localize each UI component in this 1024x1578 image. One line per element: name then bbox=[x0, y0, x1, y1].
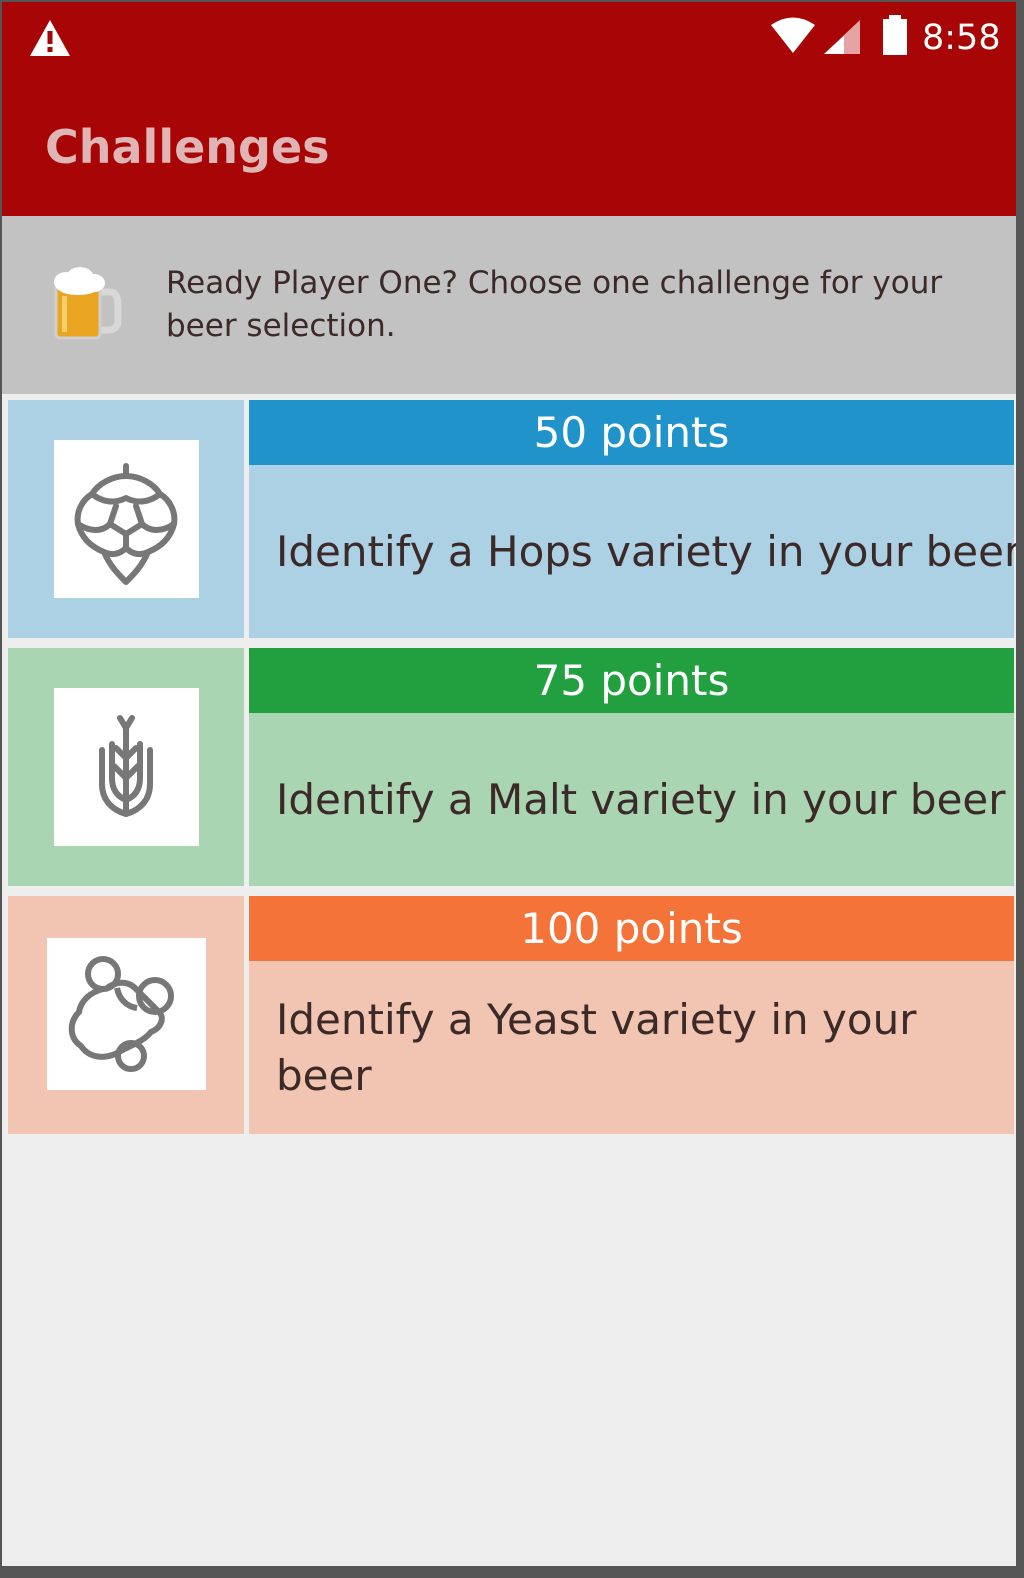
icon-panel bbox=[8, 896, 244, 1134]
challenge-card-malt[interactable]: 75 points Identify a Malt variety in you… bbox=[8, 648, 1014, 886]
description-panel: Identify a Malt variety in your beer bbox=[249, 713, 1014, 886]
screen: 8:58 Challenges Ready Player One? Choose… bbox=[2, 2, 1016, 1566]
icon-panel bbox=[8, 400, 244, 638]
clock: 8:58 bbox=[922, 18, 1001, 58]
icon-tile bbox=[54, 688, 199, 846]
points-header: 100 points bbox=[249, 896, 1014, 961]
status-bar: 8:58 bbox=[2, 2, 1016, 80]
battery-icon bbox=[883, 15, 907, 55]
challenge-description: Identify a Hops variety in your beer bbox=[276, 526, 1016, 576]
wifi-icon bbox=[771, 17, 815, 53]
icon-panel bbox=[8, 648, 244, 886]
cell-signal-icon bbox=[824, 20, 860, 54]
hops-icon bbox=[74, 463, 178, 585]
description-panel: Identify a Hops variety in your beer bbox=[249, 465, 1016, 638]
challenge-card-hops[interactable]: 50 points Identify a Hops variety in you… bbox=[8, 400, 1016, 638]
beer-mug-icon bbox=[54, 267, 122, 340]
icon-tile bbox=[54, 440, 199, 598]
challenge-description: Identify a Yeast variety in your beer bbox=[276, 994, 917, 1100]
intro-banner: Ready Player One? Choose one challenge f… bbox=[2, 216, 1016, 394]
app-toolbar: Challenges bbox=[2, 80, 1016, 216]
points-header: 50 points bbox=[249, 400, 1014, 465]
challenge-card-yeast[interactable]: 100 points Identify a Yeast variety in y… bbox=[8, 896, 1014, 1134]
yeast-icon bbox=[68, 956, 174, 1072]
wheat-icon bbox=[99, 715, 153, 817]
warning-icon bbox=[30, 20, 70, 56]
page-title: Challenges bbox=[45, 120, 330, 174]
challenge-description: Identify a Malt variety in your beer bbox=[276, 774, 1006, 824]
intro-text: Ready Player One? Choose one challenge f… bbox=[166, 265, 943, 344]
description-panel: Identify a Yeast variety in your beer bbox=[249, 961, 1014, 1134]
icon-tile bbox=[47, 938, 206, 1090]
points-header: 75 points bbox=[249, 648, 1014, 713]
